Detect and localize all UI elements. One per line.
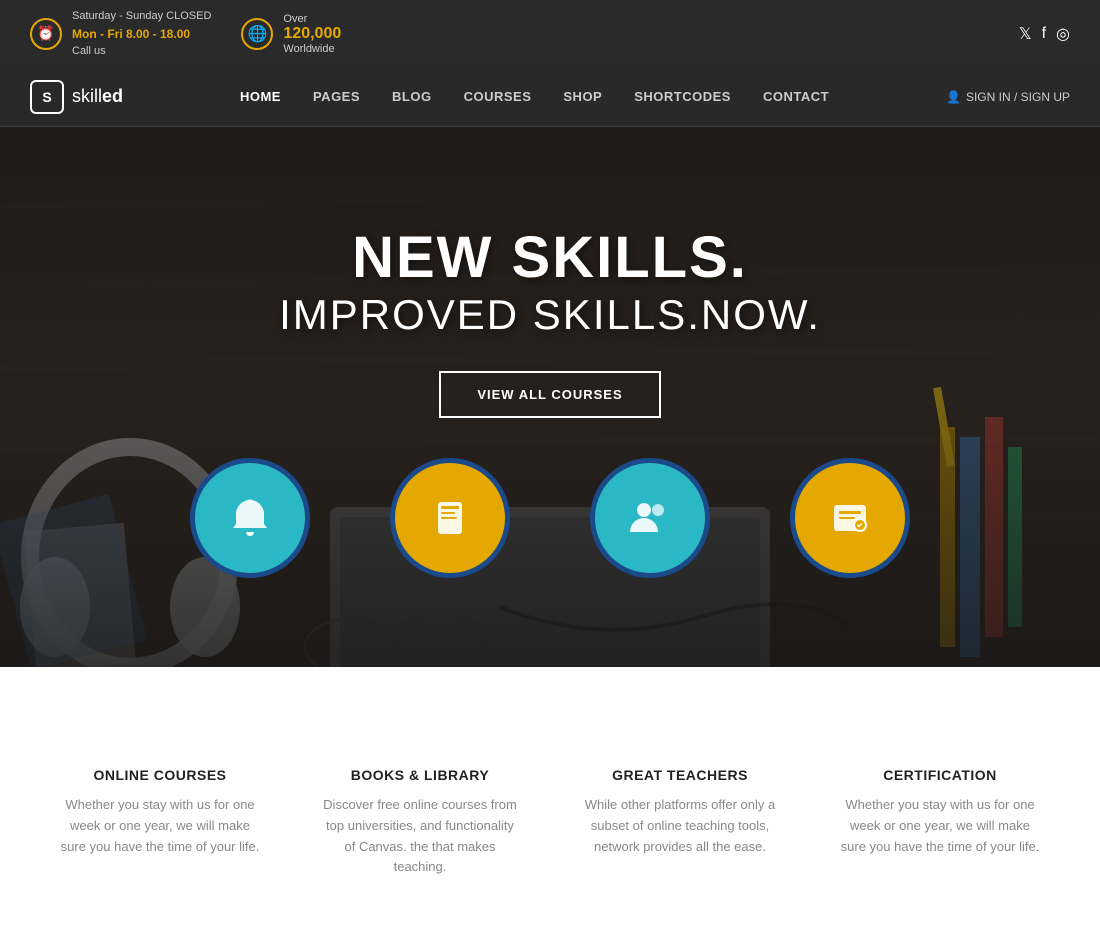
schedule-line2: Mon - Fri 8.00 - 18.00 bbox=[72, 25, 211, 43]
nav-item-contact[interactable]: CONTACT bbox=[747, 69, 845, 124]
cert-svg bbox=[824, 492, 876, 544]
feature-title-1: ONLINE COURSES bbox=[60, 767, 260, 783]
features-circles bbox=[0, 458, 1100, 578]
hero-section: NEW SKILLS. IMPROVED SKILLS.NOW. VIEW AL… bbox=[0, 127, 1100, 667]
user-icon: 👤 bbox=[946, 90, 961, 104]
schedule-text: Saturday - Sunday CLOSED Mon - Fri 8.00 … bbox=[72, 8, 211, 59]
signin-label: SIGN IN / SIGN UP bbox=[966, 90, 1070, 104]
logo[interactable]: S skilled bbox=[30, 80, 123, 114]
hero-title-sub: IMPROVED SKILLS.NOW. bbox=[279, 290, 821, 340]
book-svg bbox=[424, 492, 476, 544]
feature-text-4: Whether you stay with us for one week or… bbox=[840, 795, 1040, 857]
feature-circle-2 bbox=[390, 458, 510, 578]
feature-text-2: Discover free online courses from top un… bbox=[320, 795, 520, 878]
hero-content: NEW SKILLS. IMPROVED SKILLS.NOW. VIEW AL… bbox=[279, 226, 821, 417]
nav-item-shop[interactable]: SHOP bbox=[547, 69, 618, 124]
logo-icon: S bbox=[30, 80, 64, 114]
nav-link-shop[interactable]: SHOP bbox=[547, 69, 618, 124]
nav-item-pages[interactable]: PAGES bbox=[297, 69, 376, 124]
schedule-info: ⏰ Saturday - Sunday CLOSED Mon - Fri 8.0… bbox=[30, 8, 211, 59]
feature-text-3: While other platforms offer only a subse… bbox=[580, 795, 780, 857]
nav-link-blog[interactable]: BLOG bbox=[376, 69, 448, 124]
nav-item-blog[interactable]: BLOG bbox=[376, 69, 448, 124]
nav-link-shortcodes[interactable]: SHORTCODES bbox=[618, 69, 747, 124]
logo-letter: S bbox=[42, 89, 51, 105]
nav-link-courses[interactable]: COURSES bbox=[448, 69, 548, 124]
nav-link-home[interactable]: HOME bbox=[224, 69, 297, 124]
globe-icon: 🌐 bbox=[241, 18, 273, 50]
facebook-icon[interactable]: f bbox=[1042, 25, 1046, 43]
feature-card-4: CERTIFICATION Whether you stay with us f… bbox=[840, 767, 1040, 878]
feature-circle-4 bbox=[790, 458, 910, 578]
nav-link-contact[interactable]: CONTACT bbox=[747, 69, 845, 124]
nav-menu: HOME PAGES BLOG COURSES SHOP SHORTCODES … bbox=[224, 69, 845, 124]
certification-icon bbox=[790, 458, 910, 578]
feature-circle-1 bbox=[190, 458, 310, 578]
twitter-icon[interactable]: 𝕏 bbox=[1019, 24, 1032, 44]
globe-over: Over bbox=[283, 13, 341, 25]
social-icons: 𝕏 f ◎ bbox=[1019, 24, 1070, 44]
globe-number: 120,000 bbox=[283, 25, 341, 43]
books-library-icon bbox=[390, 458, 510, 578]
top-bar: ⏰ Saturday - Sunday CLOSED Mon - Fri 8.0… bbox=[0, 0, 1100, 67]
globe-info: 🌐 Over 120,000 Worldwide bbox=[241, 13, 341, 55]
hero-title-main: NEW SKILLS. bbox=[279, 226, 821, 290]
navbar: S skilled HOME PAGES BLOG COURSES SHOP S… bbox=[0, 67, 1100, 127]
nav-item-home[interactable]: HOME bbox=[224, 69, 297, 124]
feature-title-4: CERTIFICATION bbox=[840, 767, 1040, 783]
view-all-courses-button[interactable]: VIEW ALL COURSES bbox=[439, 371, 660, 418]
features-section: ONLINE COURSES Whether you stay with us … bbox=[0, 667, 1100, 928]
logo-text: skilled bbox=[72, 86, 123, 107]
feature-text-1: Whether you stay with us for one week or… bbox=[60, 795, 260, 857]
call-label: Call us bbox=[72, 43, 211, 60]
nav-item-courses[interactable]: COURSES bbox=[448, 69, 548, 124]
globe-worldwide: Worldwide bbox=[283, 43, 341, 55]
feature-card-3: GREAT TEACHERS While other platforms off… bbox=[580, 767, 780, 878]
feature-circle-3 bbox=[590, 458, 710, 578]
people-svg bbox=[624, 492, 676, 544]
feature-title-2: BOOKS & LIBRARY bbox=[320, 767, 520, 783]
signin-button[interactable]: 👤 SIGN IN / SIGN UP bbox=[946, 90, 1070, 104]
great-teachers-icon bbox=[590, 458, 710, 578]
globe-text: Over 120,000 Worldwide bbox=[283, 13, 341, 55]
nav-item-shortcodes[interactable]: SHORTCODES bbox=[618, 69, 747, 124]
feature-title-3: GREAT TEACHERS bbox=[580, 767, 780, 783]
top-bar-info: ⏰ Saturday - Sunday CLOSED Mon - Fri 8.0… bbox=[30, 8, 341, 59]
instagram-icon[interactable]: ◎ bbox=[1056, 24, 1070, 44]
nav-link-pages[interactable]: PAGES bbox=[297, 69, 376, 124]
feature-card-2: BOOKS & LIBRARY Discover free online cou… bbox=[320, 767, 520, 878]
online-courses-icon bbox=[190, 458, 310, 578]
feature-card-1: ONLINE COURSES Whether you stay with us … bbox=[60, 767, 260, 878]
schedule-line1: Saturday - Sunday CLOSED bbox=[72, 8, 211, 25]
bell-svg bbox=[224, 492, 276, 544]
clock-icon: ⏰ bbox=[30, 18, 62, 50]
